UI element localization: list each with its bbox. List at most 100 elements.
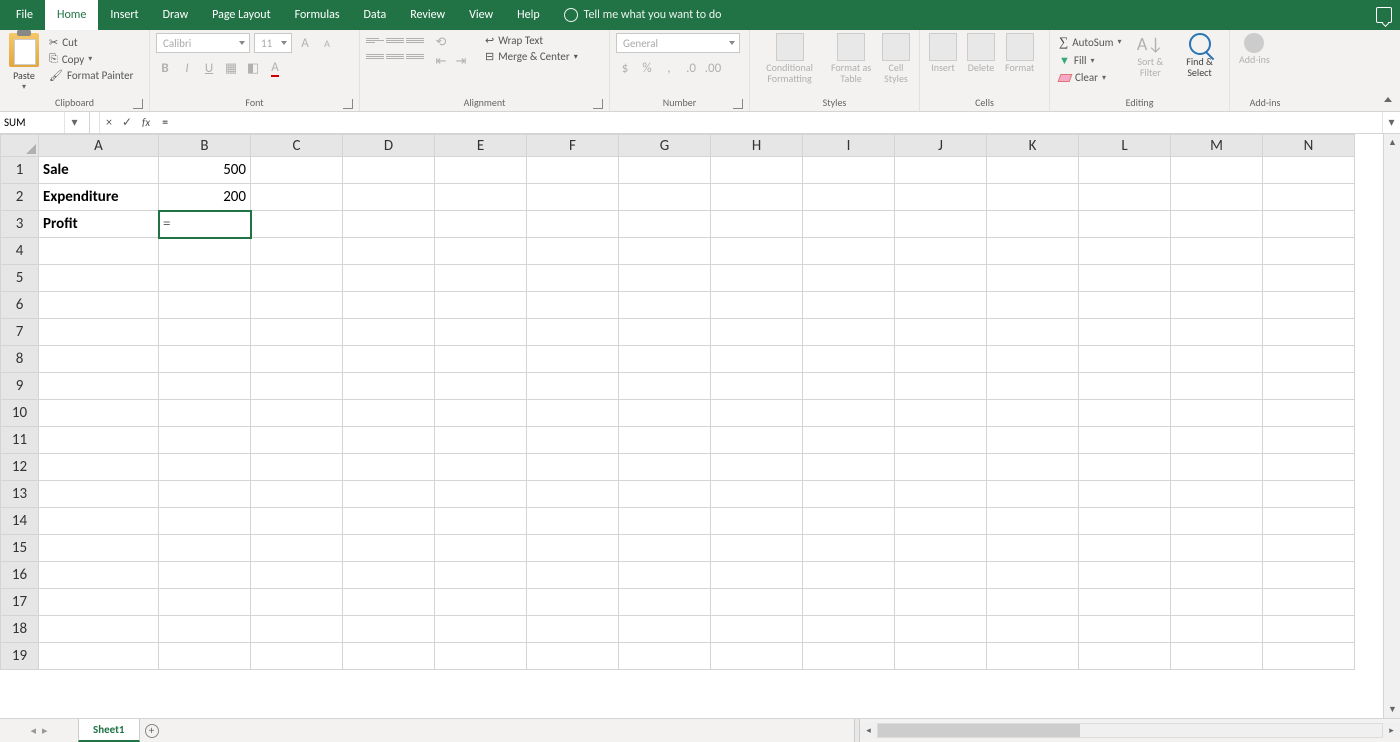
cell-J6[interactable] [895, 292, 987, 319]
cell-D2[interactable] [343, 184, 435, 211]
cell-L1[interactable] [1079, 157, 1171, 184]
column-header-K[interactable]: K [987, 135, 1079, 157]
cell-L3[interactable] [1079, 211, 1171, 238]
cell-J11[interactable] [895, 427, 987, 454]
cell-I14[interactable] [803, 508, 895, 535]
cell-M18[interactable] [1171, 616, 1263, 643]
addins-button[interactable]: Add-ins [1236, 33, 1273, 65]
cell-N12[interactable] [1263, 454, 1355, 481]
cell-D3[interactable] [343, 211, 435, 238]
autosum-button[interactable]: ∑AutoSum ▾ [1056, 33, 1124, 51]
cell-J14[interactable] [895, 508, 987, 535]
scroll-left-icon[interactable]: ◂ [860, 722, 877, 739]
hscroll-thumb[interactable] [878, 724, 1080, 737]
column-header-G[interactable]: G [619, 135, 711, 157]
cell-I2[interactable] [803, 184, 895, 211]
cell-D5[interactable] [343, 265, 435, 292]
row-header-8[interactable]: 8 [1, 346, 39, 373]
cell-D7[interactable] [343, 319, 435, 346]
row-header-16[interactable]: 16 [1, 562, 39, 589]
cell-G14[interactable] [619, 508, 711, 535]
column-header-I[interactable]: I [803, 135, 895, 157]
cell-G7[interactable] [619, 319, 711, 346]
cell-I18[interactable] [803, 616, 895, 643]
cell-F15[interactable] [527, 535, 619, 562]
alignment-launcher-icon[interactable] [593, 99, 603, 109]
cell-B19[interactable] [159, 643, 251, 670]
cell-B16[interactable] [159, 562, 251, 589]
cell-N11[interactable] [1263, 427, 1355, 454]
cell-H4[interactable] [711, 238, 803, 265]
menu-insert[interactable]: Insert [98, 0, 150, 30]
cell-B12[interactable] [159, 454, 251, 481]
cell-I1[interactable] [803, 157, 895, 184]
insert-cells-button[interactable]: Insert [926, 33, 960, 73]
cell-K8[interactable] [987, 346, 1079, 373]
row-header-6[interactable]: 6 [1, 292, 39, 319]
cell-K17[interactable] [987, 589, 1079, 616]
cell-E4[interactable] [435, 238, 527, 265]
cell-M13[interactable] [1171, 481, 1263, 508]
cell-C5[interactable] [251, 265, 343, 292]
font-launcher-icon[interactable] [343, 99, 353, 109]
cell-A17[interactable] [39, 589, 159, 616]
align-center-button[interactable] [386, 49, 404, 63]
row-header-18[interactable]: 18 [1, 616, 39, 643]
cell-E10[interactable] [435, 400, 527, 427]
number-launcher-icon[interactable] [733, 99, 743, 109]
increase-font-icon[interactable]: A [296, 34, 314, 52]
paste-button[interactable]: Paste ▾ [6, 33, 42, 92]
cell-J15[interactable] [895, 535, 987, 562]
tell-me-search[interactable]: Tell me what you want to do [564, 8, 722, 22]
cell-F7[interactable] [527, 319, 619, 346]
row-header-11[interactable]: 11 [1, 427, 39, 454]
cell-E14[interactable] [435, 508, 527, 535]
delete-cells-button[interactable]: Delete [964, 33, 998, 73]
cell-G19[interactable] [619, 643, 711, 670]
cell-H19[interactable] [711, 643, 803, 670]
sheet-tab-sheet1[interactable]: Sheet1 [78, 719, 140, 742]
cell-M8[interactable] [1171, 346, 1263, 373]
cell-A3[interactable]: Profit [39, 211, 159, 238]
cell-N16[interactable] [1263, 562, 1355, 589]
cell-L5[interactable] [1079, 265, 1171, 292]
row-header-19[interactable]: 19 [1, 643, 39, 670]
cell-F2[interactable] [527, 184, 619, 211]
row-header-14[interactable]: 14 [1, 508, 39, 535]
cell-D6[interactable] [343, 292, 435, 319]
cell-K19[interactable] [987, 643, 1079, 670]
column-header-A[interactable]: A [39, 135, 159, 157]
cell-F9[interactable] [527, 373, 619, 400]
cell-M7[interactable] [1171, 319, 1263, 346]
cell-D15[interactable] [343, 535, 435, 562]
cell-F3[interactable] [527, 211, 619, 238]
cell-K18[interactable] [987, 616, 1079, 643]
cell-B7[interactable] [159, 319, 251, 346]
cell-L17[interactable] [1079, 589, 1171, 616]
cell-D10[interactable] [343, 400, 435, 427]
cell-B9[interactable] [159, 373, 251, 400]
cell-E13[interactable] [435, 481, 527, 508]
cell-M6[interactable] [1171, 292, 1263, 319]
cell-F10[interactable] [527, 400, 619, 427]
cell-M10[interactable] [1171, 400, 1263, 427]
cell-F11[interactable] [527, 427, 619, 454]
cell-J19[interactable] [895, 643, 987, 670]
cell-N17[interactable] [1263, 589, 1355, 616]
cell-C16[interactable] [251, 562, 343, 589]
cell-A13[interactable] [39, 481, 159, 508]
cell-I15[interactable] [803, 535, 895, 562]
row-header-12[interactable]: 12 [1, 454, 39, 481]
cell-A14[interactable] [39, 508, 159, 535]
decrease-indent-button[interactable]: ⇤ [432, 52, 450, 70]
cell-H3[interactable] [711, 211, 803, 238]
cell-G11[interactable] [619, 427, 711, 454]
cell-D19[interactable] [343, 643, 435, 670]
column-header-M[interactable]: M [1171, 135, 1263, 157]
cell-E8[interactable] [435, 346, 527, 373]
menu-formulas[interactable]: Formulas [283, 0, 352, 30]
cell-J4[interactable] [895, 238, 987, 265]
cell-D12[interactable] [343, 454, 435, 481]
decrease-font-icon[interactable]: A [318, 34, 336, 52]
cell-H9[interactable] [711, 373, 803, 400]
